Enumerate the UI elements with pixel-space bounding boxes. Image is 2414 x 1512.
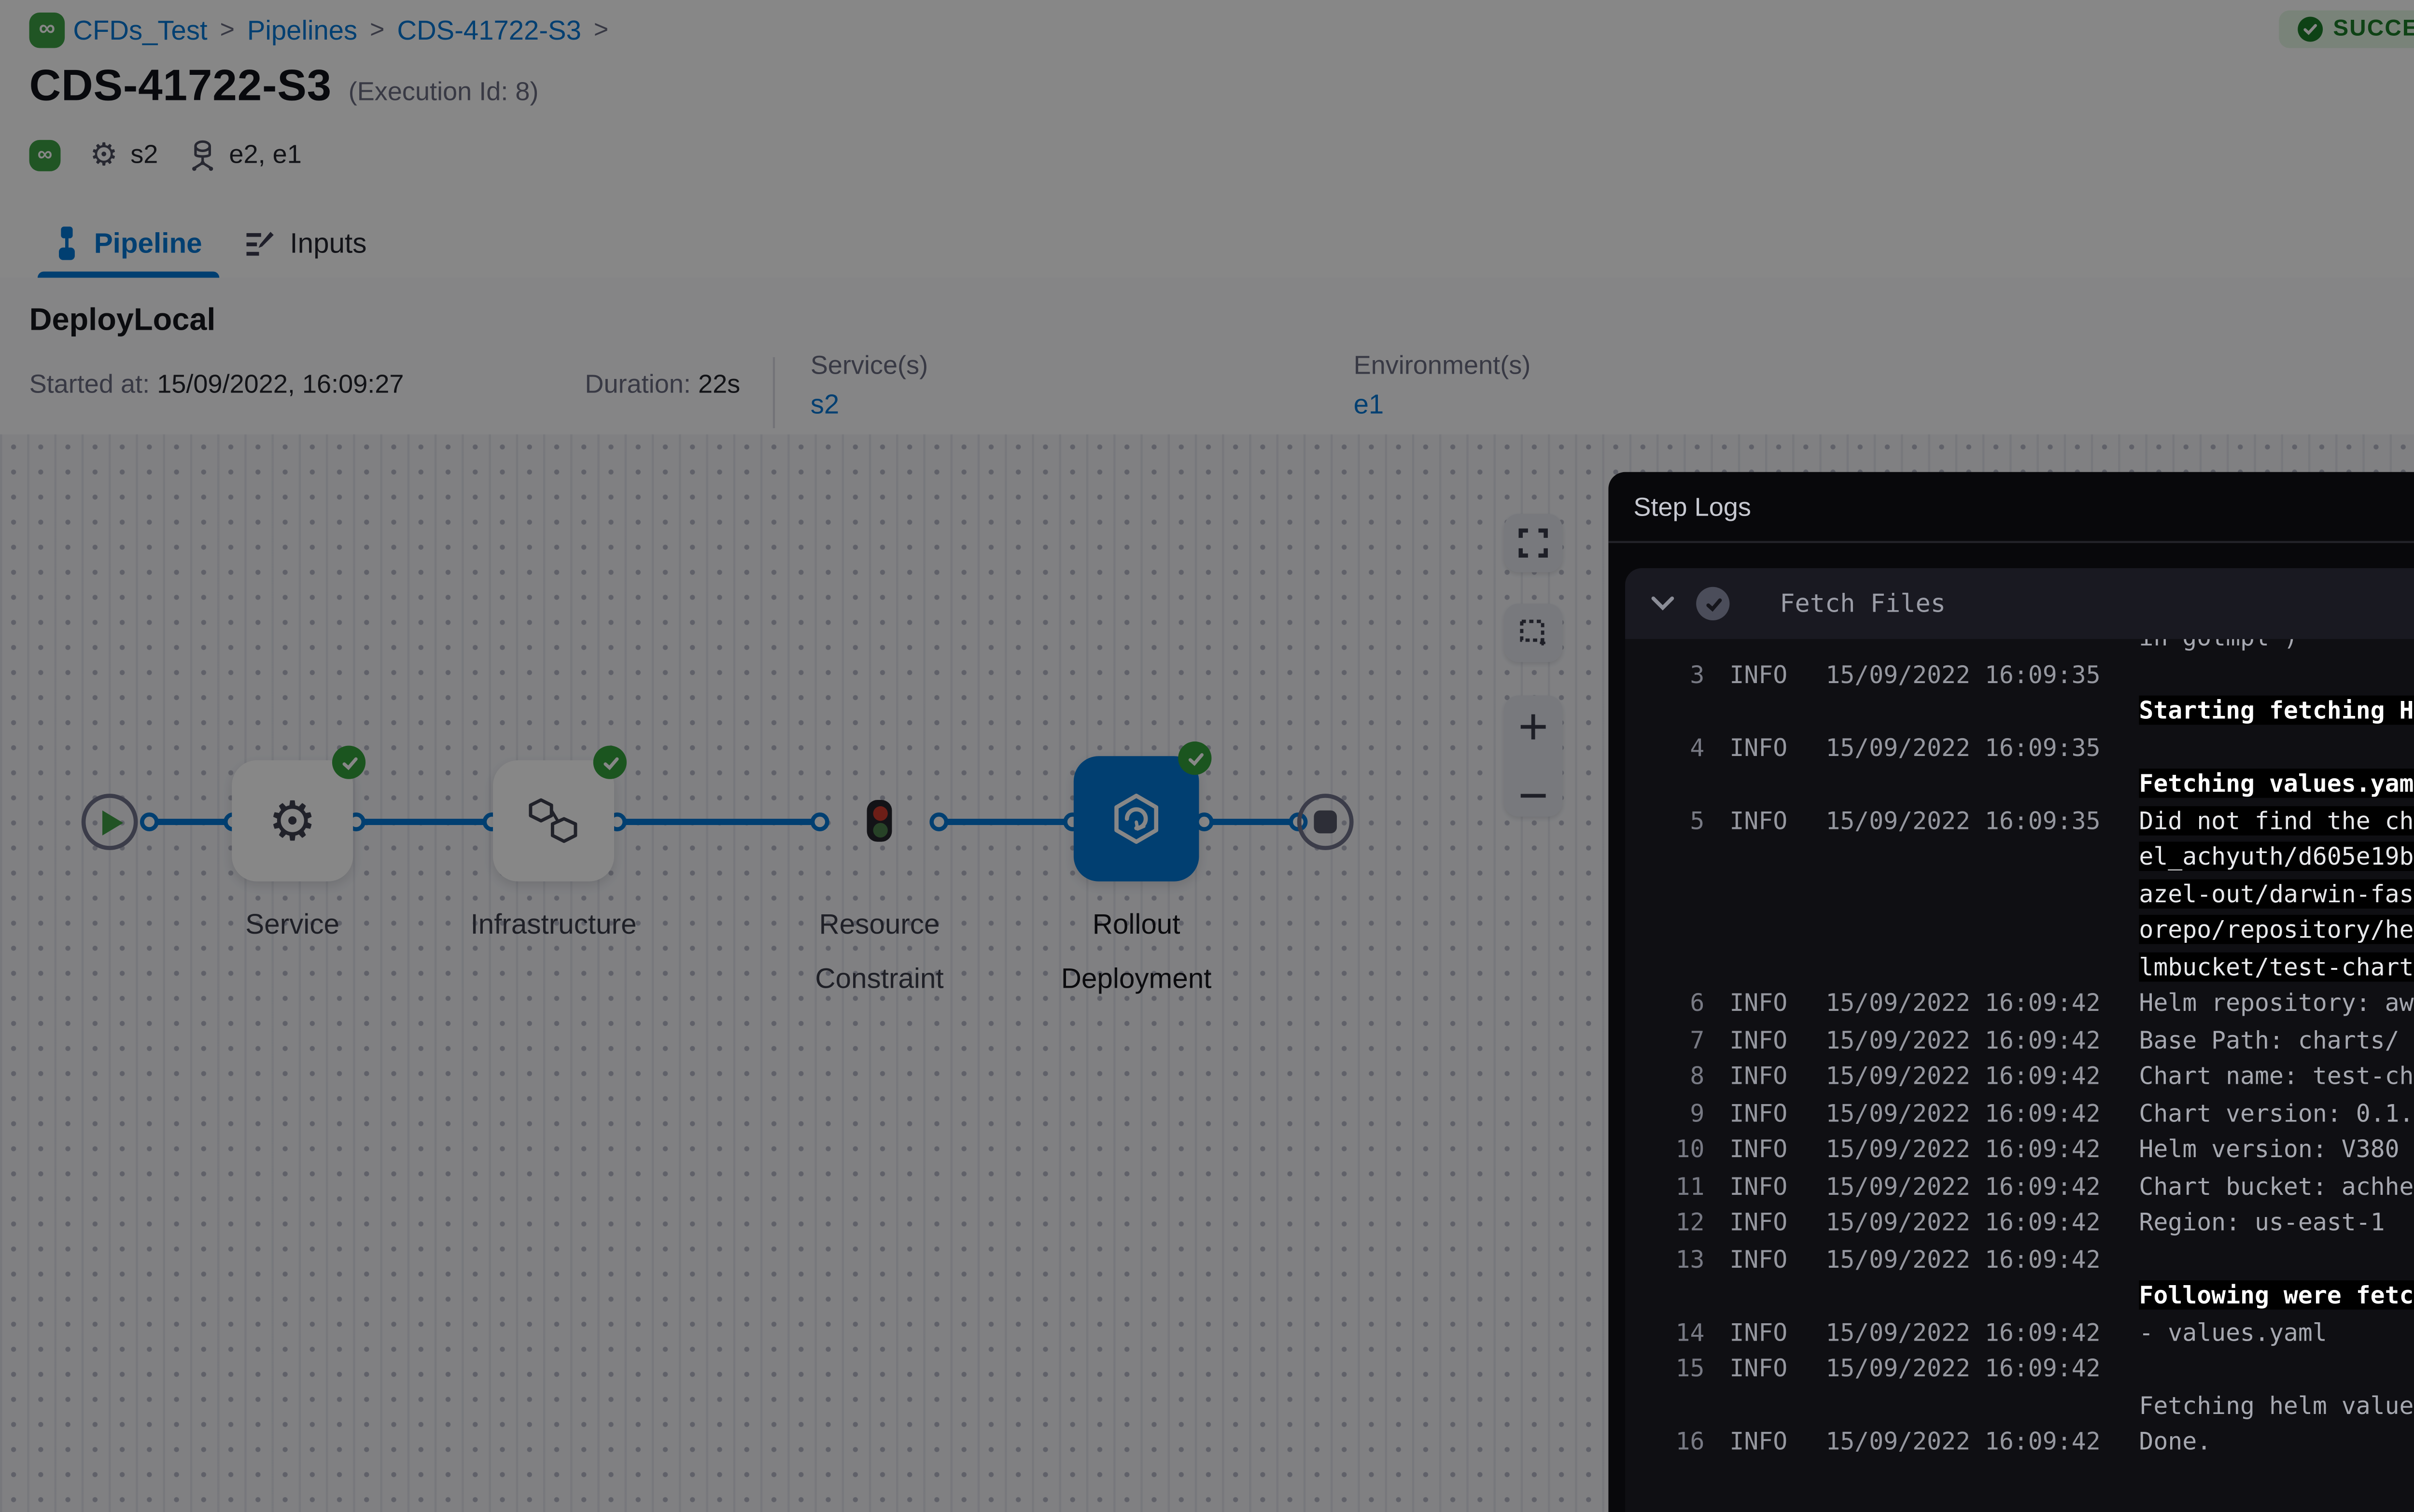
step-logs-panel: Step Logs Console View <box>1608 472 2414 1512</box>
execution-page: ∞ CFDs_Test > Pipelines > CDS-41722-S3 >… <box>0 0 2414 1512</box>
log-card: Fetch Files ↑ ↓ 9s in gotmpl )3INFO15/09… <box>1625 568 2414 1512</box>
log-row: Fetching values.yaml from helm chart rep… <box>1650 767 2414 803</box>
log-row: 4INFO15/09/2022 16:09:35 <box>1650 730 2414 767</box>
log-row: in gotmpl ) <box>1650 639 2414 657</box>
log-row: 15INFO15/09/2022 16:09:42 <box>1650 1351 2414 1388</box>
log-row: 13INFO15/09/2022 16:09:42 <box>1650 1242 2414 1278</box>
log-row: 8INFO15/09/2022 16:09:42Chart name: test… <box>1650 1059 2414 1096</box>
log-row: 9INFO15/09/2022 16:09:42Chart version: 0… <box>1650 1095 2414 1132</box>
step-success-icon <box>1696 587 1729 620</box>
log-body[interactable]: in gotmpl )3INFO15/09/2022 16:09:35Start… <box>1625 639 2414 1512</box>
log-row: 16INFO15/09/2022 16:09:42Done. <box>1650 1425 2414 1461</box>
step-section-header[interactable]: Fetch Files ↑ ↓ 9s <box>1625 568 2414 639</box>
log-row: 10INFO15/09/2022 16:09:42Helm version: V… <box>1650 1132 2414 1169</box>
log-row: 5INFO15/09/2022 16:09:35Did not find the… <box>1650 803 2414 986</box>
log-row: Following were fetched successfully : <box>1650 1278 2414 1315</box>
step-logs-header: Step Logs Console View <box>1608 472 2414 543</box>
chevron-down-icon[interactable] <box>1650 595 1675 612</box>
log-row: 7INFO15/09/2022 16:09:42Base Path: chart… <box>1650 1022 2414 1059</box>
log-row: 11INFO15/09/2022 16:09:42Chart bucket: a… <box>1650 1169 2414 1205</box>
log-row: 3INFO15/09/2022 16:09:35 <box>1650 657 2414 694</box>
log-row: 12INFO15/09/2022 16:09:42Region: us-east… <box>1650 1205 2414 1242</box>
step-logs-title: Step Logs <box>1633 492 1751 521</box>
log-row: 6INFO15/09/2022 16:09:42Helm repository:… <box>1650 986 2414 1022</box>
log-row: Starting fetching Helm values <box>1650 693 2414 730</box>
step-name: Fetch Files <box>1780 589 1946 618</box>
log-row: 14INFO15/09/2022 16:09:42- values.yaml <box>1650 1315 2414 1352</box>
log-row: Fetching helm values completed successfu… <box>1650 1388 2414 1425</box>
